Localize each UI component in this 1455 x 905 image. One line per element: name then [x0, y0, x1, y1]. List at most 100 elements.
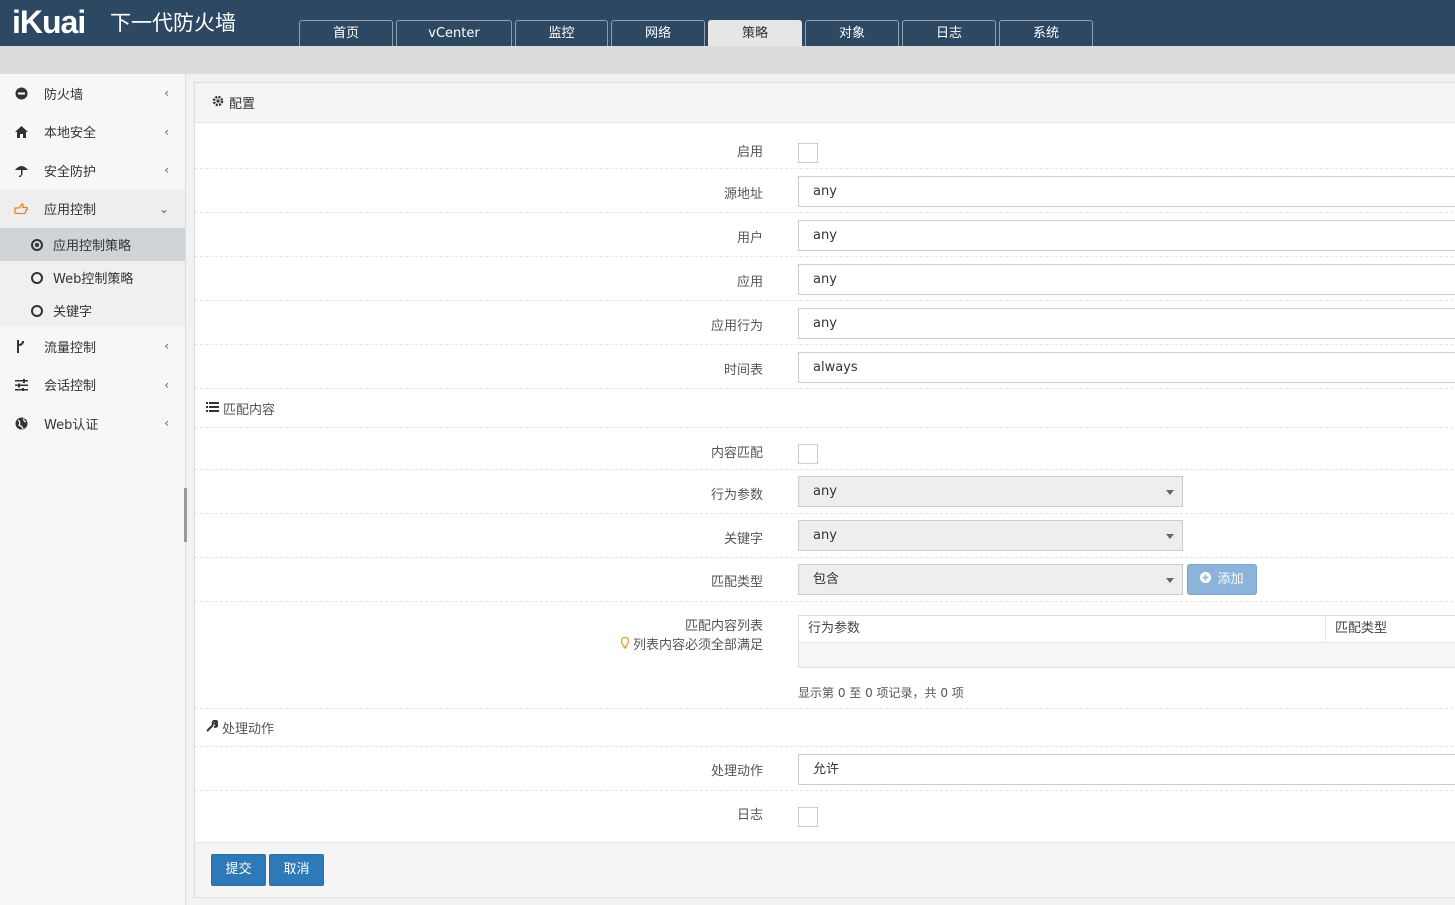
- row-app-behavior: 应用行为 any: [195, 301, 1455, 345]
- sidebar-subitem-keyword[interactable]: 关键字: [0, 294, 185, 327]
- chevron-down-icon: ⌄: [158, 201, 169, 216]
- tab-home[interactable]: 首页: [299, 20, 393, 46]
- row-action: 处理动作 允许: [195, 747, 1455, 791]
- keyword-value: any: [813, 528, 837, 543]
- match-type-select[interactable]: 包含: [798, 564, 1183, 595]
- chevron-left-icon: ‹: [164, 416, 169, 431]
- table-header: 行为参数 匹配类型: [799, 616, 1455, 643]
- row-match-type: 匹配类型 包含 添加: [195, 558, 1455, 602]
- config-panel: 配置 启用 源地址 any 用户 any 应用 any 应用行为 any 时间表…: [194, 82, 1455, 898]
- enable-checkbox[interactable]: [798, 143, 818, 163]
- match-list-label: 匹配内容列表: [684, 619, 763, 634]
- app-label: 应用: [736, 275, 763, 290]
- row-content-match: 内容匹配: [195, 428, 1455, 470]
- content-match-label: 内容匹配: [710, 446, 763, 461]
- caret-down-icon: [1166, 490, 1174, 495]
- user-input[interactable]: any: [798, 220, 1455, 251]
- column-header-param[interactable]: 行为参数: [799, 616, 1326, 642]
- hand-pointer-icon: [14, 202, 28, 216]
- caret-down-icon: [1166, 578, 1174, 583]
- sub-toolbar: [0, 46, 1455, 74]
- keyword-label: 关键字: [723, 532, 763, 547]
- main-nav-tabs: 首页 vCenter 监控 网络 策略 对象 日志 系统: [299, 20, 1096, 46]
- panel-title: 配置: [229, 97, 256, 112]
- tab-policy[interactable]: 策略: [708, 20, 802, 46]
- sidebar-item-session-control[interactable]: 会话控制 ‹: [0, 366, 185, 405]
- submit-button[interactable]: 提交: [211, 854, 266, 886]
- plus-circle-icon: [1200, 565, 1212, 594]
- source-label: 源地址: [723, 187, 763, 202]
- match-list-hint-text: 列表内容必须全部满足: [632, 638, 763, 653]
- wrench-icon: [206, 719, 220, 736]
- content-match-checkbox[interactable]: [798, 444, 818, 464]
- sidebar-scrollbar[interactable]: [184, 488, 187, 542]
- globe-icon: [14, 416, 28, 430]
- sidebar-subitem-label: 关键字: [53, 305, 93, 320]
- schedule-input[interactable]: always: [798, 352, 1455, 383]
- sidebar-subitem-web-policy[interactable]: Web控制策略: [0, 261, 185, 294]
- sidebar-item-local-security[interactable]: 本地安全 ‹: [0, 113, 185, 152]
- behavior-param-label: 行为参数: [710, 488, 763, 503]
- source-input[interactable]: any: [798, 176, 1455, 207]
- sidebar-item-security-protection[interactable]: 安全防护 ‹: [0, 151, 185, 190]
- top-header: iKuai 下一代防火墙 首页 vCenter 监控 网络 策略 对象 日志 系…: [0, 0, 1455, 46]
- column-header-type[interactable]: 匹配类型: [1326, 616, 1387, 642]
- minus-circle-icon: [14, 86, 28, 100]
- behavior-param-value: any: [813, 484, 837, 499]
- gear-icon: [212, 95, 224, 111]
- sidebar-subitem-app-policy[interactable]: 应用控制策略: [0, 228, 185, 261]
- row-app: 应用 any: [195, 257, 1455, 301]
- row-enable: 启用: [195, 123, 1455, 169]
- tab-vcenter[interactable]: vCenter: [396, 20, 512, 46]
- log-checkbox[interactable]: [798, 807, 818, 827]
- tab-objects[interactable]: 对象: [805, 20, 899, 46]
- enable-label: 启用: [736, 145, 763, 160]
- app-control-submenu: 应用控制策略 Web控制策略 关键字: [0, 228, 185, 327]
- chevron-left-icon: ‹: [164, 339, 169, 354]
- brand-logo: iKuai: [12, 4, 86, 40]
- radio-icon: [31, 304, 43, 317]
- app-behavior-label: 应用行为: [710, 319, 763, 334]
- branch-icon: [14, 339, 28, 353]
- keyword-select[interactable]: any: [798, 520, 1183, 551]
- sidebar-item-label: 安全防护: [44, 164, 97, 180]
- row-keyword: 关键字 any: [195, 514, 1455, 558]
- sidebar-item-label: 防火墙: [44, 87, 84, 103]
- row-behavior-param: 行为参数 any: [195, 470, 1455, 514]
- behavior-param-select[interactable]: any: [798, 476, 1183, 507]
- row-schedule: 时间表 always: [195, 345, 1455, 389]
- section-match-content: 匹配内容: [195, 389, 1455, 428]
- add-button[interactable]: 添加: [1187, 564, 1257, 595]
- tab-logs[interactable]: 日志: [902, 20, 996, 46]
- match-type-group: 包含 添加: [798, 564, 1258, 595]
- sidebar-item-web-auth[interactable]: Web认证 ‹: [0, 404, 185, 443]
- records-info: 显示第 0 至 0 项记录，共 0 项: [798, 686, 964, 700]
- app-input[interactable]: any: [798, 264, 1455, 295]
- match-list-table: 行为参数 匹配类型: [798, 615, 1455, 668]
- lightbulb-icon: [620, 636, 633, 653]
- app-behavior-input[interactable]: any: [798, 308, 1455, 339]
- sidebar-item-label: 本地安全: [44, 126, 97, 142]
- sidebar-subitem-label: Web控制策略: [53, 272, 134, 287]
- chevron-left-icon: ‹: [164, 377, 169, 392]
- add-button-label: 添加: [1217, 572, 1244, 587]
- cancel-button[interactable]: 取消: [269, 854, 324, 886]
- tab-network[interactable]: 网络: [611, 20, 705, 46]
- action-label: 处理动作: [710, 764, 763, 779]
- sidebar-item-label: 流量控制: [44, 340, 97, 356]
- sidebar-item-firewall[interactable]: 防火墙 ‹: [0, 74, 185, 113]
- sidebar-item-app-control[interactable]: 应用控制 ⌄: [0, 189, 185, 228]
- tab-system[interactable]: 系统: [999, 20, 1093, 46]
- row-user: 用户 any: [195, 213, 1455, 257]
- chevron-left-icon: ‹: [164, 163, 169, 178]
- chevron-left-icon: ‹: [164, 124, 169, 139]
- sidebar-item-traffic-control[interactable]: 流量控制 ‹: [0, 327, 185, 366]
- radio-selected-icon: [31, 238, 43, 251]
- tab-monitor[interactable]: 监控: [515, 20, 608, 46]
- match-list-hint: 列表内容必须全部满足: [620, 634, 763, 653]
- sidebar-item-label: 会话控制: [44, 379, 97, 395]
- log-label: 日志: [736, 808, 763, 823]
- user-label: 用户: [736, 231, 763, 246]
- panel-header: 配置: [195, 83, 1455, 123]
- action-input[interactable]: 允许: [798, 754, 1455, 785]
